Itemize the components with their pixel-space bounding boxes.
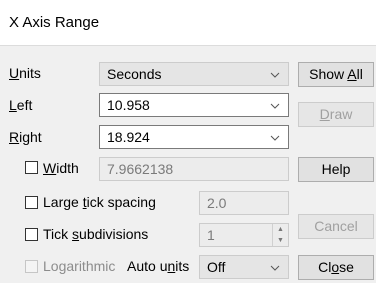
left-value: 10.958 xyxy=(107,97,150,113)
width-label[interactable]: Width xyxy=(43,160,79,176)
tick-subdivisions-label[interactable]: Tick subdivisions xyxy=(43,226,148,242)
window-title: X Axis Range xyxy=(9,14,100,31)
spin-down-icon[interactable]: ▼ xyxy=(273,235,288,246)
chevron-down-icon xyxy=(270,256,280,271)
chevron-down-icon xyxy=(270,94,280,109)
cancel-button: Cancel xyxy=(298,214,374,239)
width-checkbox[interactable] xyxy=(25,161,38,174)
spin-up-icon[interactable]: ▲ xyxy=(273,224,288,235)
units-select[interactable]: Seconds xyxy=(99,62,289,86)
close-button[interactable]: Close xyxy=(298,255,374,280)
chevron-down-icon xyxy=(270,126,280,141)
right-combo[interactable]: 18.924 xyxy=(99,125,289,149)
help-button[interactable]: Help xyxy=(298,157,374,182)
auto-units-select[interactable]: Off xyxy=(199,255,289,279)
right-label: Right xyxy=(9,129,42,145)
tick-subdivisions-value: 1 xyxy=(207,227,215,243)
units-value: Seconds xyxy=(107,66,162,82)
tick-subdivisions-checkbox[interactable] xyxy=(25,228,38,241)
auto-units-label: Auto units xyxy=(127,258,190,274)
left-label: Left xyxy=(9,97,33,113)
large-tick-spacing-field: 2.0 xyxy=(199,191,289,215)
large-tick-spacing-checkbox[interactable] xyxy=(25,196,38,209)
left-combo[interactable]: 10.958 xyxy=(99,93,289,117)
draw-button: Draw xyxy=(298,102,374,127)
show-all-button[interactable]: Show All xyxy=(298,62,374,87)
tick-subdivisions-spinner[interactable]: 1 ▲ ▼ xyxy=(199,223,289,247)
title-bar: X Axis Range xyxy=(0,0,376,46)
units-label: Units xyxy=(9,65,41,81)
logarithmic-checkbox xyxy=(25,260,38,273)
logarithmic-label: Logarithmic xyxy=(43,258,116,274)
auto-units-value: Off xyxy=(207,259,226,275)
large-tick-spacing-label[interactable]: Large tick spacing xyxy=(43,194,156,210)
width-field: 7.9662138 xyxy=(99,157,289,181)
chevron-down-icon xyxy=(270,63,280,78)
right-value: 18.924 xyxy=(107,129,150,145)
